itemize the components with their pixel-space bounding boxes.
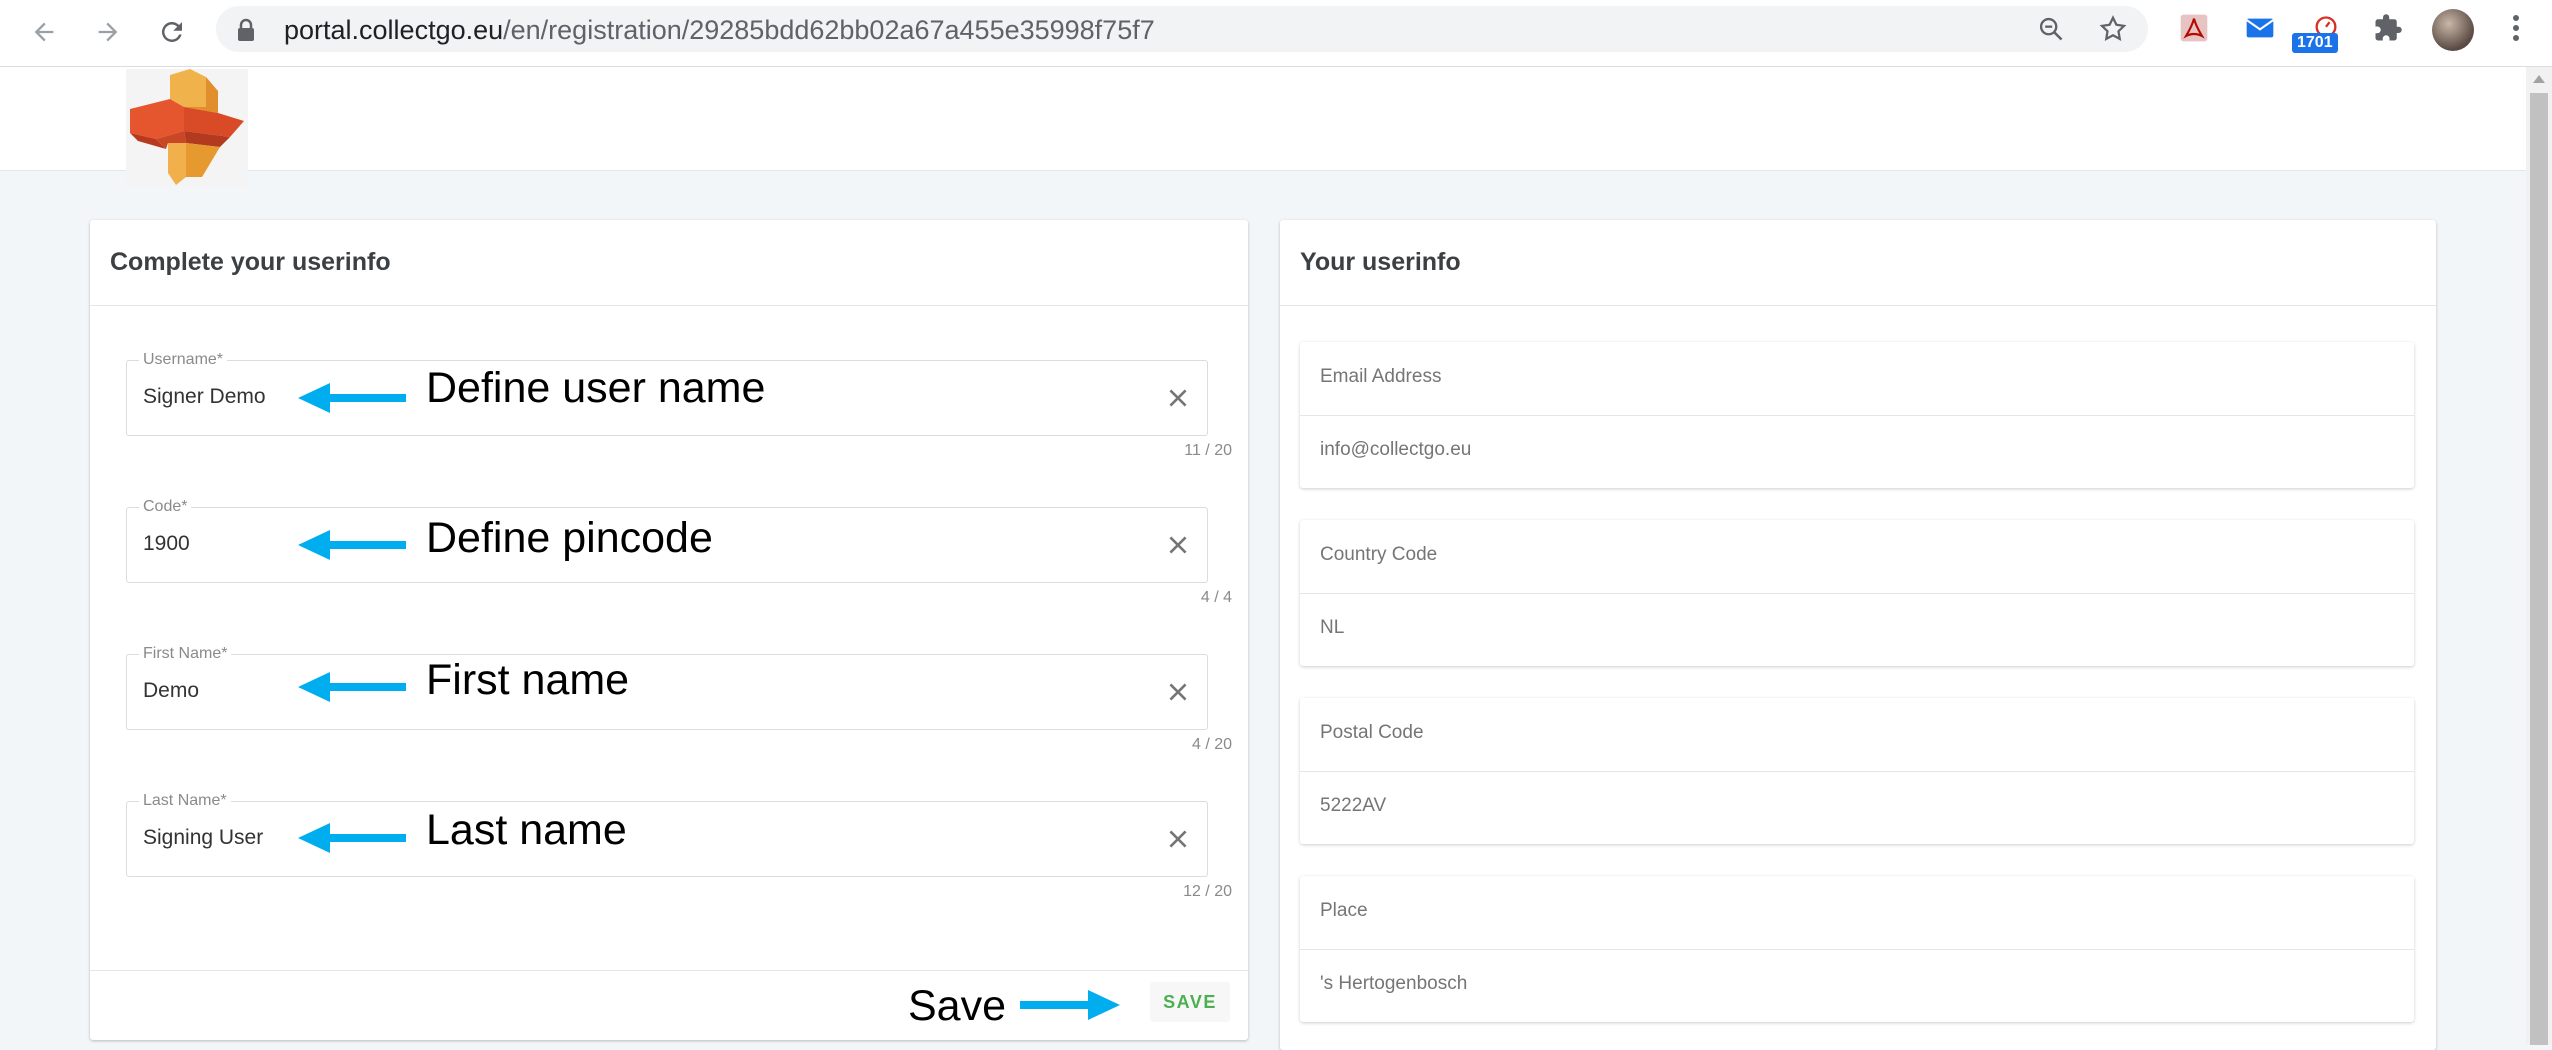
card-title: Your userinfo (1300, 248, 1461, 276)
country-code-value: NL (1320, 617, 1345, 638)
your-userinfo-card: Your userinfo Email Address info@collect… (1280, 220, 2436, 1050)
clear-icon[interactable] (1165, 385, 1191, 411)
postal-code-label: Postal Code (1320, 722, 1424, 743)
annotation-save: Save (908, 982, 1007, 1030)
url-text[interactable]: portal.collectgo.eu/en/registration/2928… (284, 15, 1155, 46)
country-code-info-box: Country Code NL (1300, 520, 2414, 666)
divider (1300, 593, 2414, 594)
place-value: 's Hertogenbosch (1320, 973, 1468, 994)
code-label: Code* (139, 498, 192, 516)
right-arrow-icon (1020, 990, 1120, 1020)
app-header (0, 67, 2526, 187)
divider (1280, 305, 2436, 306)
browser-toolbar: portal.collectgo.eu/en/registration/2928… (0, 0, 2552, 67)
last-name-label: Last Name* (139, 792, 231, 810)
card-title: Complete your userinfo (110, 248, 391, 276)
mail-extension-icon[interactable] (2242, 10, 2278, 46)
username-value[interactable]: Signer Demo (143, 385, 266, 409)
left-arrow-icon (298, 823, 406, 853)
email-info-box: Email Address info@collectgo.eu (1300, 342, 2414, 488)
annotation-last-name: Last name (426, 806, 627, 854)
first-name-label: First Name* (139, 645, 232, 663)
address-bar[interactable]: portal.collectgo.eu/en/registration/2928… (216, 6, 2148, 52)
url-path: /en/registration/29285bdd62bb02a67a455e3… (503, 15, 1155, 45)
divider (1300, 415, 2414, 416)
annotation-define-pincode: Define pincode (426, 514, 713, 562)
scroll-up-arrow-icon[interactable] (2533, 75, 2545, 83)
country-code-label: Country Code (1320, 544, 1438, 565)
annotation-define-user-name: Define user name (426, 364, 766, 412)
complete-userinfo-card: Complete your userinfo Username* Signer … (90, 220, 1248, 1040)
username-label: Username* (139, 351, 228, 369)
code-value[interactable]: 1900 (143, 532, 190, 556)
extension-badge: 1701 (2292, 33, 2338, 53)
divider (1300, 949, 2414, 950)
kebab-menu-icon[interactable] (2498, 10, 2534, 46)
clear-icon[interactable] (1165, 532, 1191, 558)
scroll-thumb[interactable] (2530, 93, 2548, 1045)
last-name-counter: 12 / 20 (1183, 883, 1232, 900)
divider (90, 305, 1248, 306)
back-arrow-icon[interactable] (24, 12, 64, 52)
email-label: Email Address (1320, 366, 1442, 387)
postal-code-info-box: Postal Code 5222AV (1300, 698, 2414, 844)
place-info-box: Place 's Hertogenbosch (1300, 876, 2414, 1022)
left-arrow-icon (298, 530, 406, 560)
clear-icon[interactable] (1165, 826, 1191, 852)
divider (90, 970, 1248, 971)
first-name-value[interactable]: Demo (143, 679, 199, 703)
puzzle-icon[interactable] (2370, 10, 2406, 46)
star-icon[interactable] (2098, 14, 2128, 44)
postal-code-value: 5222AV (1320, 795, 1387, 816)
save-button[interactable]: SAVE (1150, 982, 1230, 1022)
username-counter: 11 / 20 (1184, 442, 1232, 459)
place-label: Place (1320, 900, 1368, 921)
email-value: info@collectgo.eu (1320, 439, 1472, 460)
lock-icon[interactable] (236, 18, 256, 47)
zoom-icon[interactable] (2036, 14, 2066, 44)
first-name-counter: 4 / 20 (1191, 736, 1232, 753)
annotation-first-name: First name (426, 656, 630, 704)
url-host: portal.collectgo.eu (284, 15, 504, 45)
collectgo-logo[interactable] (126, 69, 248, 192)
left-arrow-icon (298, 383, 406, 413)
avatar[interactable] (2432, 9, 2474, 51)
left-arrow-icon (298, 672, 406, 702)
pdf-extension-icon[interactable] (2176, 10, 2212, 46)
code-counter: 4 / 4 (1200, 589, 1232, 606)
page-scrollbar[interactable] (2526, 67, 2552, 1045)
divider (1300, 771, 2414, 772)
forward-arrow-icon[interactable] (88, 12, 128, 52)
reload-icon[interactable] (152, 12, 192, 52)
last-name-field[interactable]: Last Name* Signing User (126, 792, 1208, 877)
last-name-value[interactable]: Signing User (143, 826, 263, 850)
clear-icon[interactable] (1165, 679, 1191, 705)
first-name-field[interactable]: First Name* Demo (126, 645, 1208, 730)
